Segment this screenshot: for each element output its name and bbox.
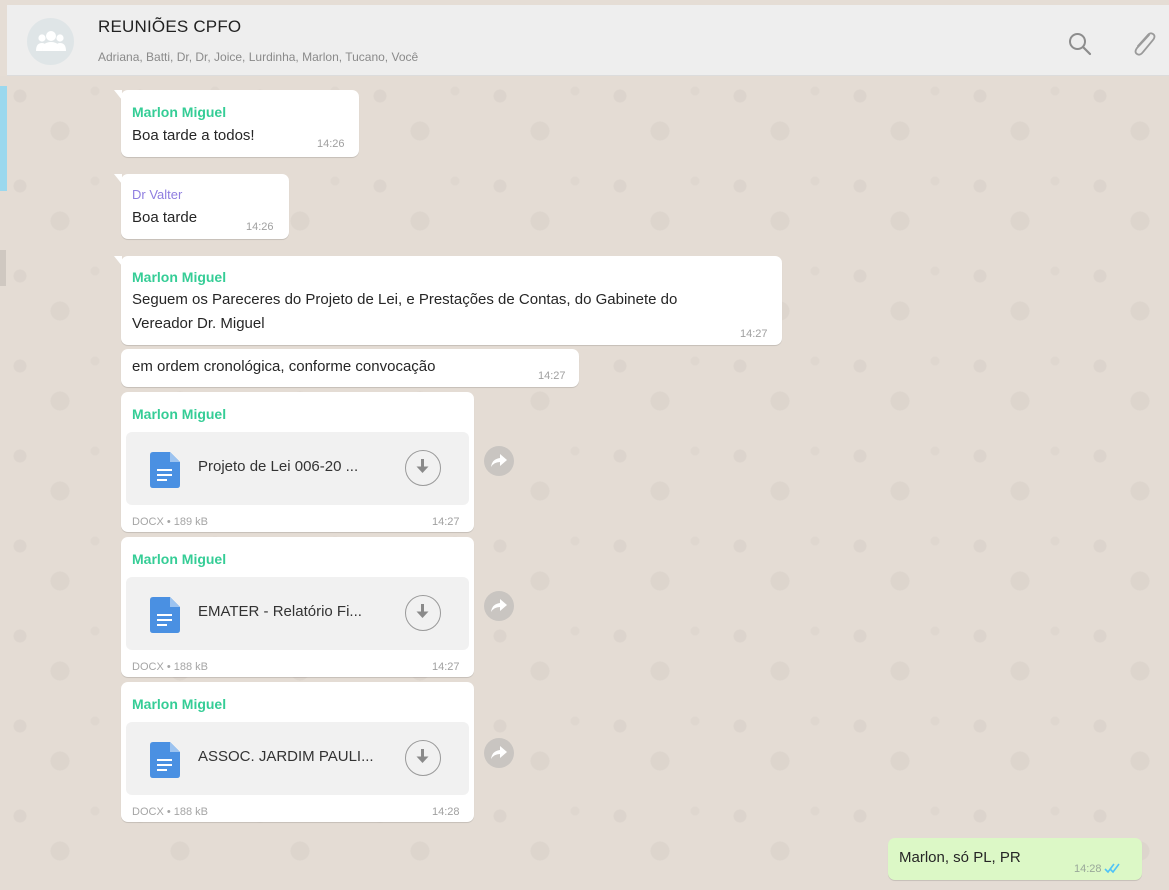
download-button[interactable]	[405, 740, 441, 776]
bubble-tail	[114, 174, 122, 184]
paperclip-icon	[1134, 32, 1156, 56]
document-attachment[interactable]: EMATER - Relatório Fi...	[126, 577, 469, 650]
message-bubble[interactable]: Marlon Miguel Seguem os Pareceres do Pro…	[114, 256, 782, 345]
message-text: Boa tarde a todos!	[132, 127, 255, 144]
document-filename: EMATER - Relatório Fi...	[198, 603, 362, 620]
document-message[interactable]: Marlon Miguel Projeto de Lei 006-20 ... …	[121, 392, 474, 532]
message-text-line: Vereador Dr. Miguel	[132, 315, 265, 332]
message-text: Marlon, só PL, PR	[899, 849, 1021, 866]
document-icon	[150, 452, 180, 488]
message-text-line: Seguem os Pareceres do Projeto de Lei, e…	[132, 291, 678, 308]
message-time: 14:28	[1074, 863, 1102, 875]
search-button[interactable]	[1067, 31, 1093, 57]
document-icon	[150, 597, 180, 633]
document-filename: Projeto de Lei 006-20 ...	[198, 458, 359, 475]
message-time: 14:27	[432, 661, 460, 673]
message-sender[interactable]: Marlon Miguel	[132, 269, 226, 285]
document-filename: ASSOC. JARDIM PAULI...	[198, 748, 374, 765]
message-time: 14:26	[317, 138, 345, 150]
download-button[interactable]	[405, 450, 441, 486]
forward-button[interactable]	[484, 738, 514, 768]
message-sender[interactable]: Dr Valter	[132, 187, 182, 202]
document-message[interactable]: Marlon Miguel EMATER - Relatório Fi... D…	[121, 537, 474, 677]
message-text: Boa tarde	[132, 209, 198, 226]
download-button[interactable]	[405, 595, 441, 631]
message-sender[interactable]: Marlon Miguel	[132, 696, 226, 712]
message-sender[interactable]: Marlon Miguel	[132, 406, 226, 422]
chat-header: REUNIÕES CPFO Adriana, Batti, Dr, Dr, Jo…	[7, 5, 1169, 76]
forward-icon	[491, 746, 507, 759]
message-time: 14:27	[432, 516, 460, 528]
forward-icon	[491, 454, 507, 467]
read-double-check-icon	[1104, 863, 1120, 874]
document-meta: DOCX • 188 kB	[132, 806, 208, 818]
message-text: em ordem cronológica, conforme convocaçã…	[132, 358, 436, 375]
document-attachment[interactable]: ASSOC. JARDIM PAULI...	[126, 722, 469, 795]
document-attachment[interactable]: Projeto de Lei 006-20 ...	[126, 432, 469, 505]
left-edge-marker	[0, 250, 6, 286]
message-time: 14:27	[740, 328, 768, 340]
forward-button[interactable]	[484, 446, 514, 476]
message-bubble[interactable]: Dr Valter Boa tarde 14:26	[114, 174, 289, 239]
bubble-tail	[114, 256, 122, 266]
group-avatar[interactable]	[27, 18, 74, 65]
chat-title[interactable]: REUNIÕES CPFO	[98, 17, 241, 37]
message-bubble[interactable]: em ordem cronológica, conforme convocaçã…	[121, 349, 579, 387]
chat-members[interactable]: Adriana, Batti, Dr, Dr, Joice, Lurdinha,…	[98, 50, 418, 64]
message-bubble[interactable]: Marlon Miguel Boa tarde a todos! 14:26	[114, 90, 359, 157]
forward-button[interactable]	[484, 591, 514, 621]
left-edge-highlight	[0, 86, 7, 191]
document-meta: DOCX • 188 kB	[132, 661, 208, 673]
bubble-tail	[114, 90, 122, 100]
download-icon	[416, 749, 429, 763]
message-time: 14:27	[538, 370, 566, 382]
document-meta: DOCX • 189 kB	[132, 516, 208, 528]
message-time: 14:26	[246, 221, 274, 233]
message-sender[interactable]: Marlon Miguel	[132, 551, 226, 567]
forward-icon	[491, 599, 507, 612]
attach-button[interactable]	[1129, 29, 1157, 59]
download-icon	[416, 459, 429, 473]
download-icon	[416, 604, 429, 618]
message-sender[interactable]: Marlon Miguel	[132, 104, 226, 120]
search-icon	[1069, 33, 1092, 56]
group-avatar-icon	[36, 31, 66, 51]
document-message[interactable]: Marlon Miguel ASSOC. JARDIM PAULI... DOC…	[121, 682, 474, 822]
document-icon	[150, 742, 180, 778]
outgoing-message-bubble[interactable]: Marlon, só PL, PR 14:28	[888, 838, 1142, 880]
message-time: 14:28	[432, 806, 460, 818]
